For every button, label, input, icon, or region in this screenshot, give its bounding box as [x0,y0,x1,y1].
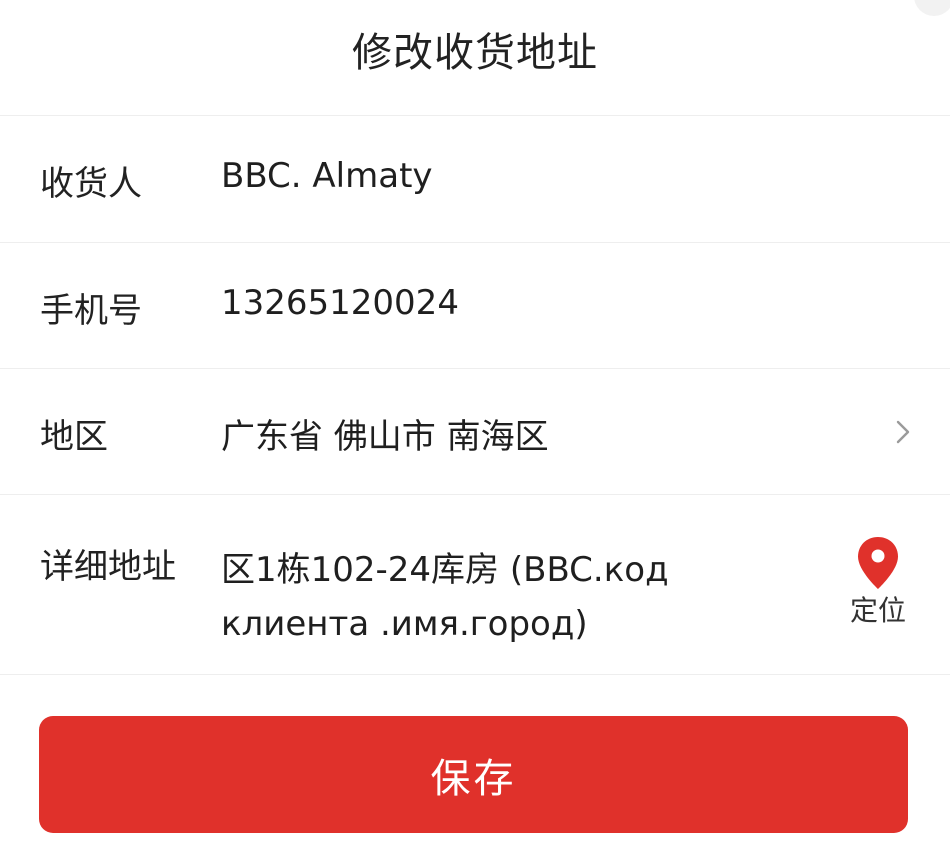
locate-button[interactable]: 定位 [838,535,918,629]
address-label: 详细地址 [40,547,176,587]
consignee-row[interactable]: 收货人 BBC. Almaty [0,116,950,243]
map-pin-icon[interactable] [856,535,900,591]
phone-label: 手机号 [40,291,142,331]
address-input[interactable]: 区1栋102-24库房 (BBC.код клиента .имя.город) [221,543,761,651]
region-row[interactable]: 地区 广东省 佛山市 南海区 [0,369,950,495]
region-label: 地区 [40,417,108,457]
save-button[interactable]: 保存 [39,716,908,833]
page-header: 修改收货地址 [0,0,950,116]
phone-input[interactable]: 13265120024 [221,283,459,323]
consignee-label: 收货人 [40,164,142,204]
phone-row[interactable]: 手机号 13265120024 [0,243,950,369]
chevron-right-icon[interactable] [890,419,916,445]
region-selector[interactable]: 广东省 佛山市 南海区 [221,409,549,458]
page-title: 修改收货地址 [352,29,598,76]
address-row[interactable]: 详细地址 区1栋102-24库房 (BBC.код клиента .имя.г… [0,495,950,675]
locate-label: 定位 [849,594,906,627]
consignee-input[interactable]: BBC. Almaty [221,156,433,196]
